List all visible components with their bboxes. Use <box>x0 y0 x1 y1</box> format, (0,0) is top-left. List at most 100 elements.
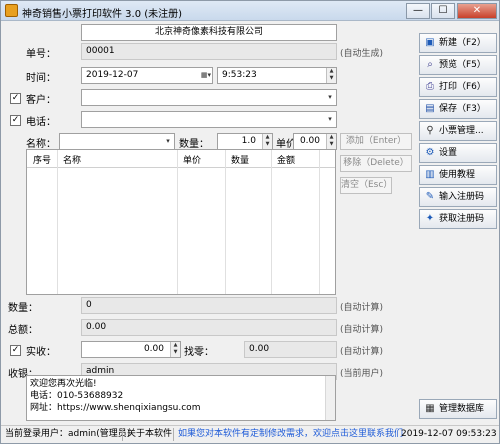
col-header-amount: 金额 <box>277 156 296 166</box>
manage-database-label: 管理数据库 <box>439 404 485 414</box>
title-bar: 神奇销售小票打印软件 3.0 (未注册) — ☐ ✕ <box>1 1 499 21</box>
total-field: 0.00 <box>81 319 337 336</box>
current-user-status: 当前登录用户：admin(管理员) <box>5 429 131 439</box>
memo-line: 欢迎您再次光临! <box>30 379 97 389</box>
col-divider <box>225 150 226 294</box>
print-icon: ⎙ <box>426 81 434 92</box>
memo-line: 网址：https://www.shenqixiangsu.com <box>30 403 201 413</box>
col-header-index: 序号 <box>33 156 52 166</box>
time-spinner-icon[interactable]: ▲ ▼ <box>326 68 336 83</box>
gear-icon: ⚙ <box>425 147 435 158</box>
print-button-label: 打印（F6） <box>439 82 486 92</box>
phone-combo[interactable]: ▾ <box>81 111 337 128</box>
preview-button[interactable]: ⌕ 预览（F5） <box>419 55 497 75</box>
time-picker[interactable]: 9:53:23 ▲ ▼ <box>217 67 337 84</box>
tutorial-button-label: 使用教程 <box>439 170 476 180</box>
action-sidebar: ▣ 新建（F2） ⌕ 预览（F5） ⎙ 打印（F6） ▤ 保存（F3） ⚲ 小票… <box>417 23 499 423</box>
phone-label: 电话： <box>26 117 56 128</box>
col-divider <box>319 150 320 294</box>
print-button[interactable]: ⎙ 打印（F6） <box>419 77 497 97</box>
received-input[interactable]: 0.00 ▲ ▼ <box>81 341 181 358</box>
col-divider <box>177 150 178 294</box>
change-field: 0.00 <box>244 341 337 358</box>
save-button-label: 保存（F3） <box>439 104 486 114</box>
add-item-button[interactable]: 添加（Enter） <box>340 133 412 150</box>
calendar-dropdown-icon[interactable]: ▦▾ <box>200 68 212 83</box>
items-table-header: 序号 名称 单价 数量 金额 <box>27 150 335 168</box>
col-header-name: 名称 <box>63 156 82 166</box>
save-button[interactable]: ▤ 保存（F3） <box>419 99 497 119</box>
col-divider <box>271 150 272 294</box>
clear-items-button[interactable]: 清空（Esc） <box>340 177 392 194</box>
date-picker[interactable]: 2019-12-07 ▦▾ <box>81 67 213 84</box>
new-button[interactable]: ▣ 新建（F2） <box>419 33 497 53</box>
get-key-button[interactable]: ✦ 获取注册码 <box>419 209 497 229</box>
col-header-qty: 数量 <box>231 156 250 166</box>
database-icon: ▦ <box>425 403 435 414</box>
item-name-label: 名称： <box>26 139 56 150</box>
cashier-hint: (当前用户) <box>340 369 384 379</box>
remove-item-button[interactable]: 移除（Delete） <box>340 155 412 172</box>
item-price-stepper[interactable]: 0.00 ▲ ▼ <box>293 133 337 150</box>
total-label: 总额： <box>8 325 38 336</box>
change-label: 找零： <box>184 347 214 358</box>
order-no-label: 单号： <box>26 49 56 60</box>
preview-icon: ⌕ <box>427 59 433 70</box>
customer-dropdown-icon[interactable]: ▾ <box>324 90 336 105</box>
time-value: 9:53:23 <box>222 70 257 80</box>
book-icon: ▥ <box>425 169 435 180</box>
price-spinner-icon[interactable]: ▲ ▼ <box>326 134 336 149</box>
received-checkbox[interactable]: ✓ <box>10 345 21 356</box>
time-label: 时间： <box>26 73 56 84</box>
window-title: 神奇销售小票打印软件 3.0 (未注册) <box>22 9 183 20</box>
item-qty-label: 数量： <box>179 139 209 150</box>
new-icon: ▣ <box>425 37 435 48</box>
save-icon: ▤ <box>425 103 435 114</box>
main-form: 北京神奇像素科技有限公司 单号： 00001 (自动生成) 时间： 2019-1… <box>4 23 416 423</box>
date-value: 2019-12-07 <box>86 70 139 80</box>
phone-dropdown-icon[interactable]: ▾ <box>324 112 336 127</box>
sum-qty-label: 数量： <box>8 303 38 314</box>
status-bar: 当前登录用户：admin(管理员) 关于本软件 如果您对本软件有定制修改需求，欢… <box>1 425 499 443</box>
sum-qty-hint: (自动计算) <box>340 303 384 313</box>
receipt-manager-label: 小票管理... <box>439 126 484 136</box>
memo-line: 电话：010-53688932 <box>30 391 124 401</box>
received-spinner-icon[interactable]: ▲ ▼ <box>170 342 180 357</box>
col-divider <box>57 150 58 294</box>
order-no-hint: (自动生成) <box>340 49 384 59</box>
col-header-price: 单价 <box>183 156 202 166</box>
receipt-manager-button[interactable]: ⚲ 小票管理... <box>419 121 497 141</box>
maximize-button[interactable]: ☐ <box>431 3 455 19</box>
receipt-footer-memo[interactable]: 欢迎您再次光临! 电话：010-53688932 网址：https://www.… <box>26 375 336 421</box>
status-datetime: 2019-12-07 09:53:23 <box>401 429 497 439</box>
memo-scrollbar[interactable] <box>325 376 335 420</box>
status-divider <box>122 428 123 441</box>
company-name-input[interactable]: 北京神奇像素科技有限公司 <box>81 24 337 41</box>
item-qty-stepper[interactable]: 1.0 ▲ ▼ <box>217 133 273 150</box>
manage-database-button[interactable]: ▦ 管理数据库 <box>419 399 497 419</box>
qty-spinner-icon[interactable]: ▲ ▼ <box>262 134 272 149</box>
app-window: 神奇销售小票打印软件 3.0 (未注册) — ☐ ✕ 北京神奇像素科技有限公司 … <box>0 0 500 444</box>
item-name-dropdown-icon[interactable]: ▾ <box>162 134 174 149</box>
about-link[interactable]: 关于本软件 <box>127 426 172 443</box>
status-divider <box>173 428 174 441</box>
phone-checkbox[interactable]: ✓ <box>10 115 21 126</box>
customer-combo[interactable]: ▾ <box>81 89 337 106</box>
items-table[interactable]: 序号 名称 单价 数量 金额 <box>26 149 336 295</box>
custom-request-link[interactable]: 如果您对本软件有定制修改需求，欢迎点击这里联系我们 <box>178 426 403 443</box>
get-key-label: 获取注册码 <box>439 214 485 224</box>
close-button[interactable]: ✕ <box>457 3 497 19</box>
customer-checkbox[interactable]: ✓ <box>10 93 21 104</box>
get-key-icon: ✦ <box>425 213 435 224</box>
settings-button-label: 设置 <box>439 148 458 158</box>
change-hint: (自动计算) <box>340 347 384 357</box>
received-value: 0.00 <box>143 344 164 354</box>
item-price-value: 0.00 <box>299 136 320 146</box>
enter-key-button[interactable]: ✎ 输入注册码 <box>419 187 497 207</box>
settings-button[interactable]: ⚙ 设置 <box>419 143 497 163</box>
tutorial-button[interactable]: ▥ 使用教程 <box>419 165 497 185</box>
enter-key-label: 输入注册码 <box>439 192 485 202</box>
magnifier-icon: ⚲ <box>426 125 434 136</box>
minimize-button[interactable]: — <box>406 3 430 19</box>
item-name-combo[interactable]: ▾ <box>59 133 175 150</box>
